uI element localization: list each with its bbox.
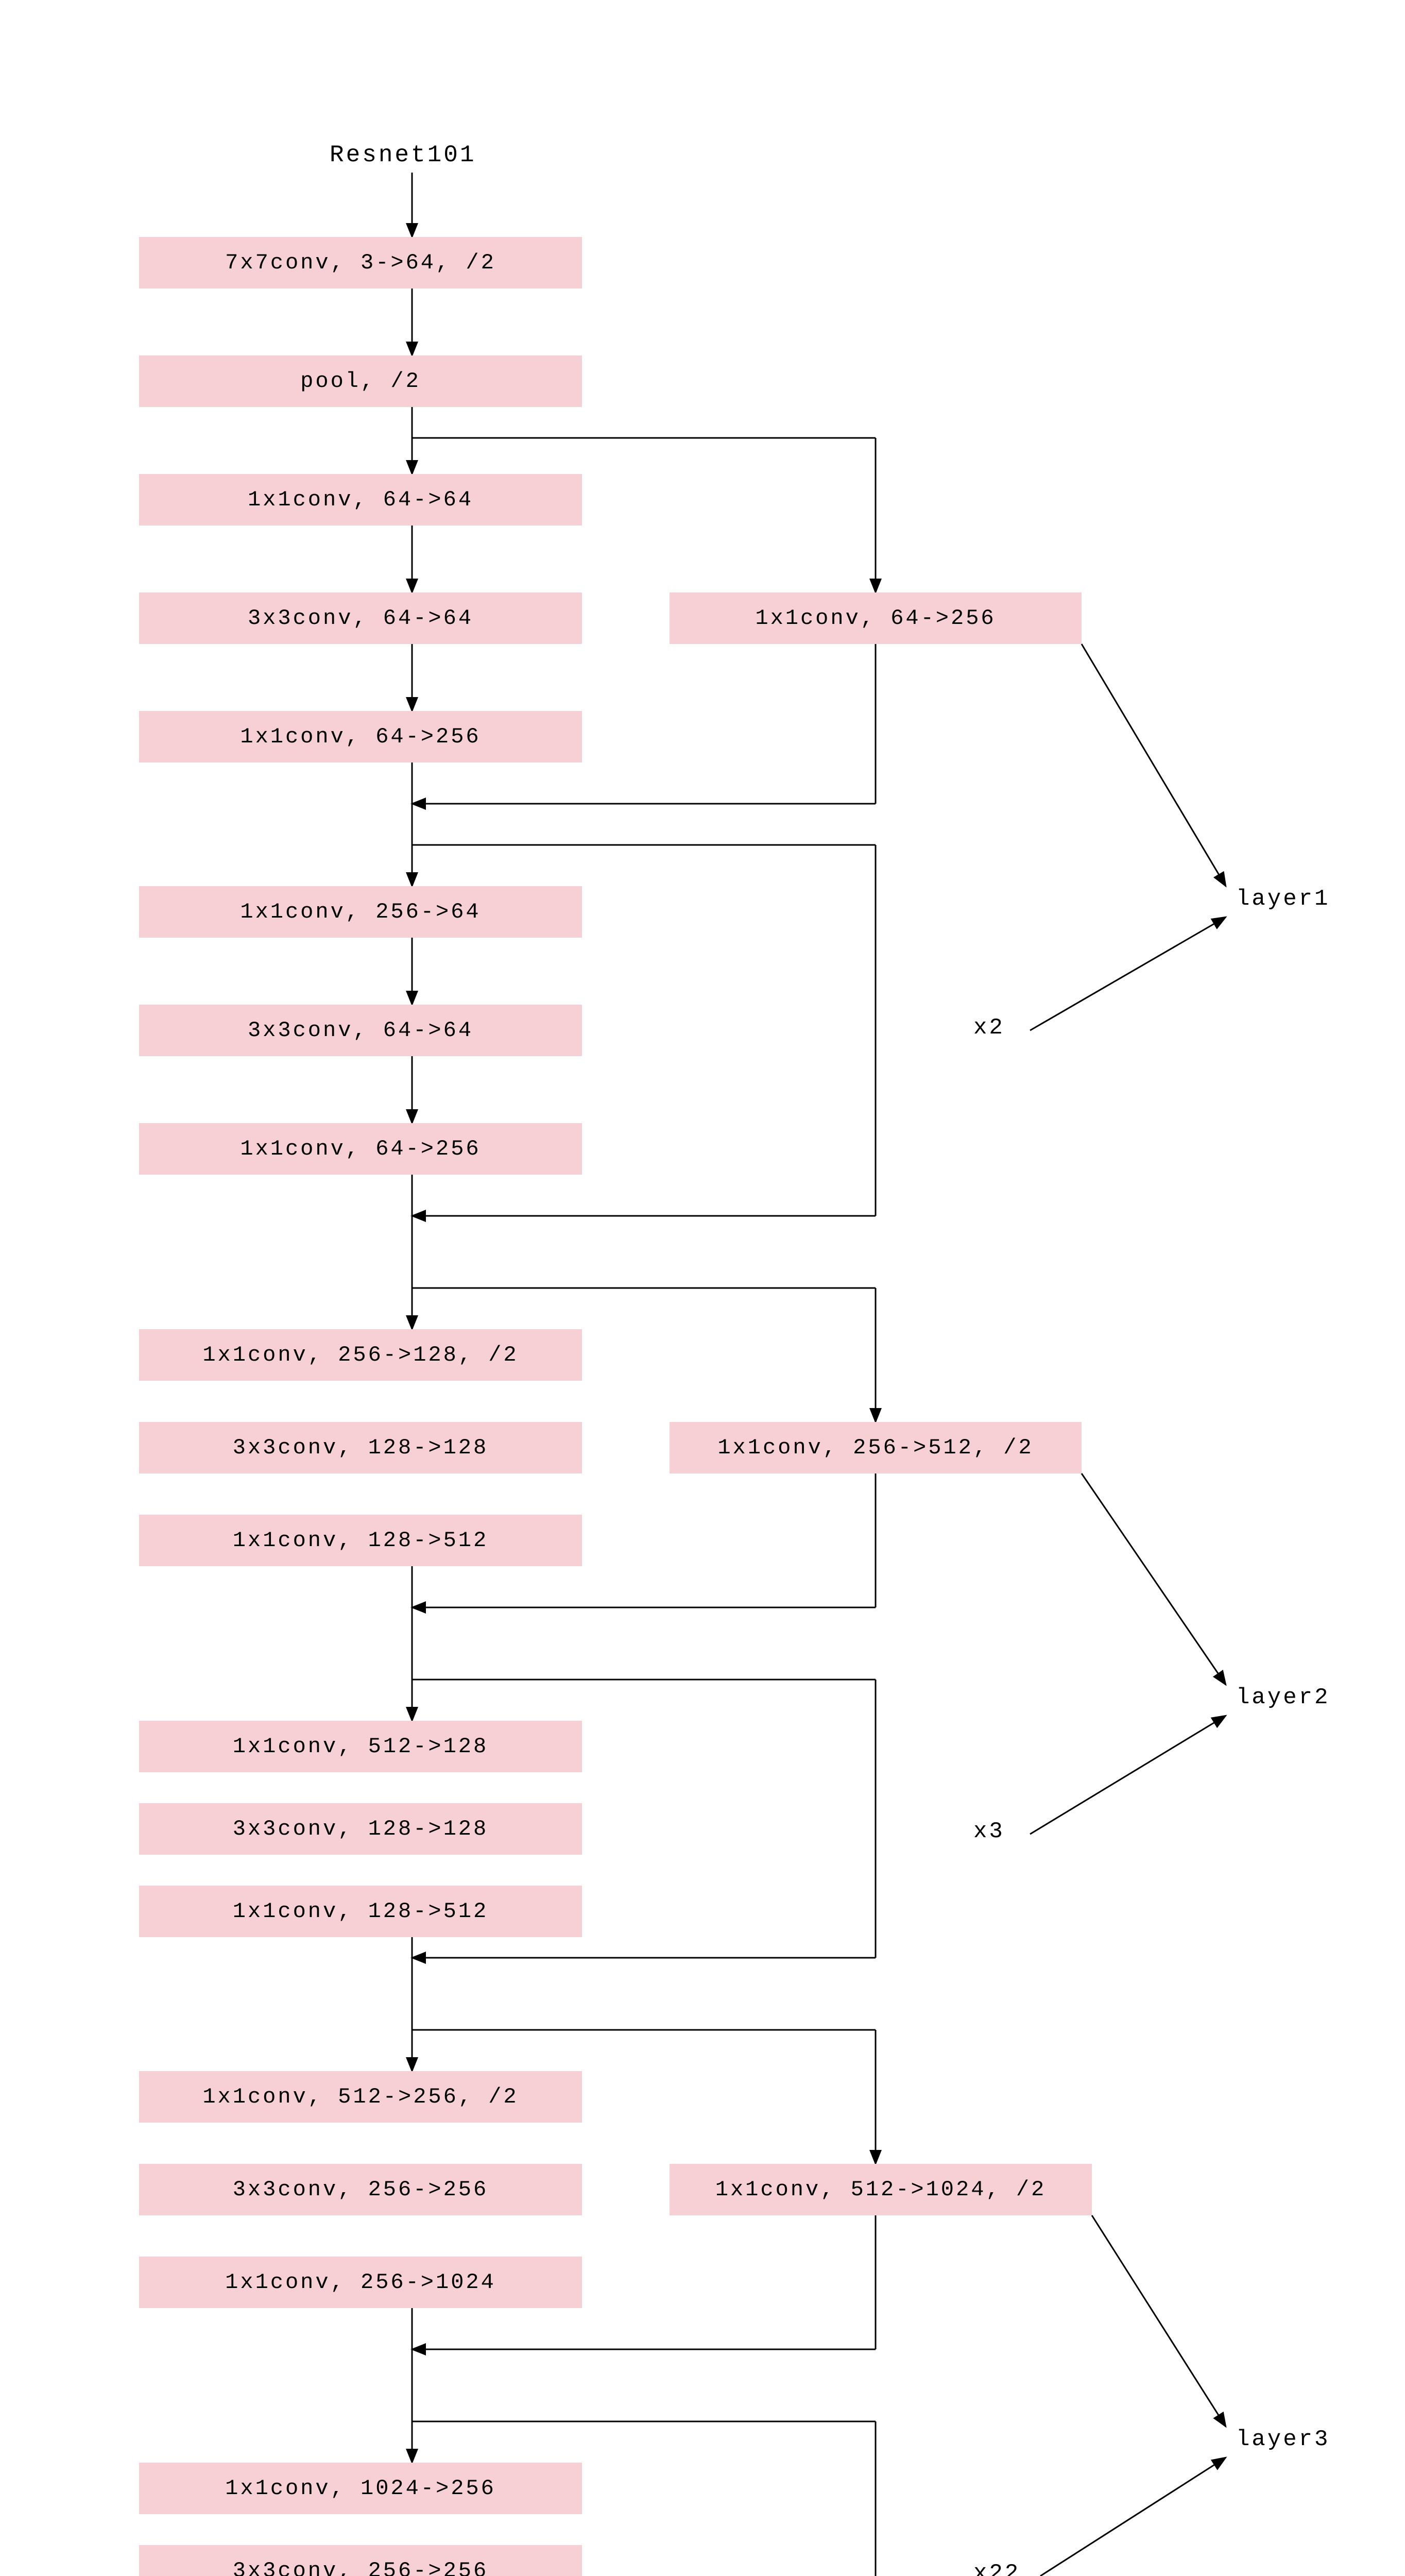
layer3-label: layer3 [1236, 2427, 1330, 2452]
l3-first-conv3: 1x1conv, 256->1024 [139, 2257, 582, 2308]
l1-rep-conv2: 3x3conv, 64->64 [139, 1005, 582, 1056]
l2-first-conv2: 3x3conv, 128->128 [139, 1422, 582, 1473]
l1-rep-conv3: 1x1conv, 64->256 [139, 1123, 582, 1175]
l3-shortcut: 1x1conv, 512->1024, /2 [670, 2164, 1092, 2215]
l3-rep-conv2: 3x3conv, 256->256 [139, 2545, 582, 2576]
diagram-title: Resnet101 [330, 142, 476, 168]
l1-first-conv2: 3x3conv, 64->64 [139, 592, 582, 644]
l2-first-conv3: 1x1conv, 128->512 [139, 1515, 582, 1566]
l3-repeat-label: x22 [973, 2561, 1020, 2576]
l2-first-conv1: 1x1conv, 256->128, /2 [139, 1329, 582, 1381]
l1-rep-conv1: 1x1conv, 256->64 [139, 886, 582, 938]
l2-rep-conv3: 1x1conv, 128->512 [139, 1886, 582, 1937]
l3-rep-conv1: 1x1conv, 1024->256 [139, 2463, 582, 2514]
l1-first-conv1: 1x1conv, 64->64 [139, 474, 582, 526]
diagram-canvas: Resnet101 7x7conv, 3->64, /2 pool, /2 1x… [0, 0, 1405, 2576]
l2-rep-conv1: 1x1conv, 512->128 [139, 1721, 582, 1772]
layer2-label: layer2 [1236, 1685, 1330, 1710]
stem-conv: 7x7conv, 3->64, /2 [139, 237, 582, 289]
l1-first-conv3: 1x1conv, 64->256 [139, 711, 582, 762]
l3-first-conv1: 1x1conv, 512->256, /2 [139, 2071, 582, 2123]
l1-shortcut: 1x1conv, 64->256 [670, 592, 1082, 644]
stem-pool: pool, /2 [139, 355, 582, 407]
l2-shortcut: 1x1conv, 256->512, /2 [670, 1422, 1082, 1473]
l2-repeat-label: x3 [973, 1819, 1005, 1844]
l3-first-conv2: 3x3conv, 256->256 [139, 2164, 582, 2215]
layer1-label: layer1 [1236, 886, 1330, 912]
l1-repeat-label: x2 [973, 1015, 1005, 1041]
l2-rep-conv2: 3x3conv, 128->128 [139, 1803, 582, 1855]
